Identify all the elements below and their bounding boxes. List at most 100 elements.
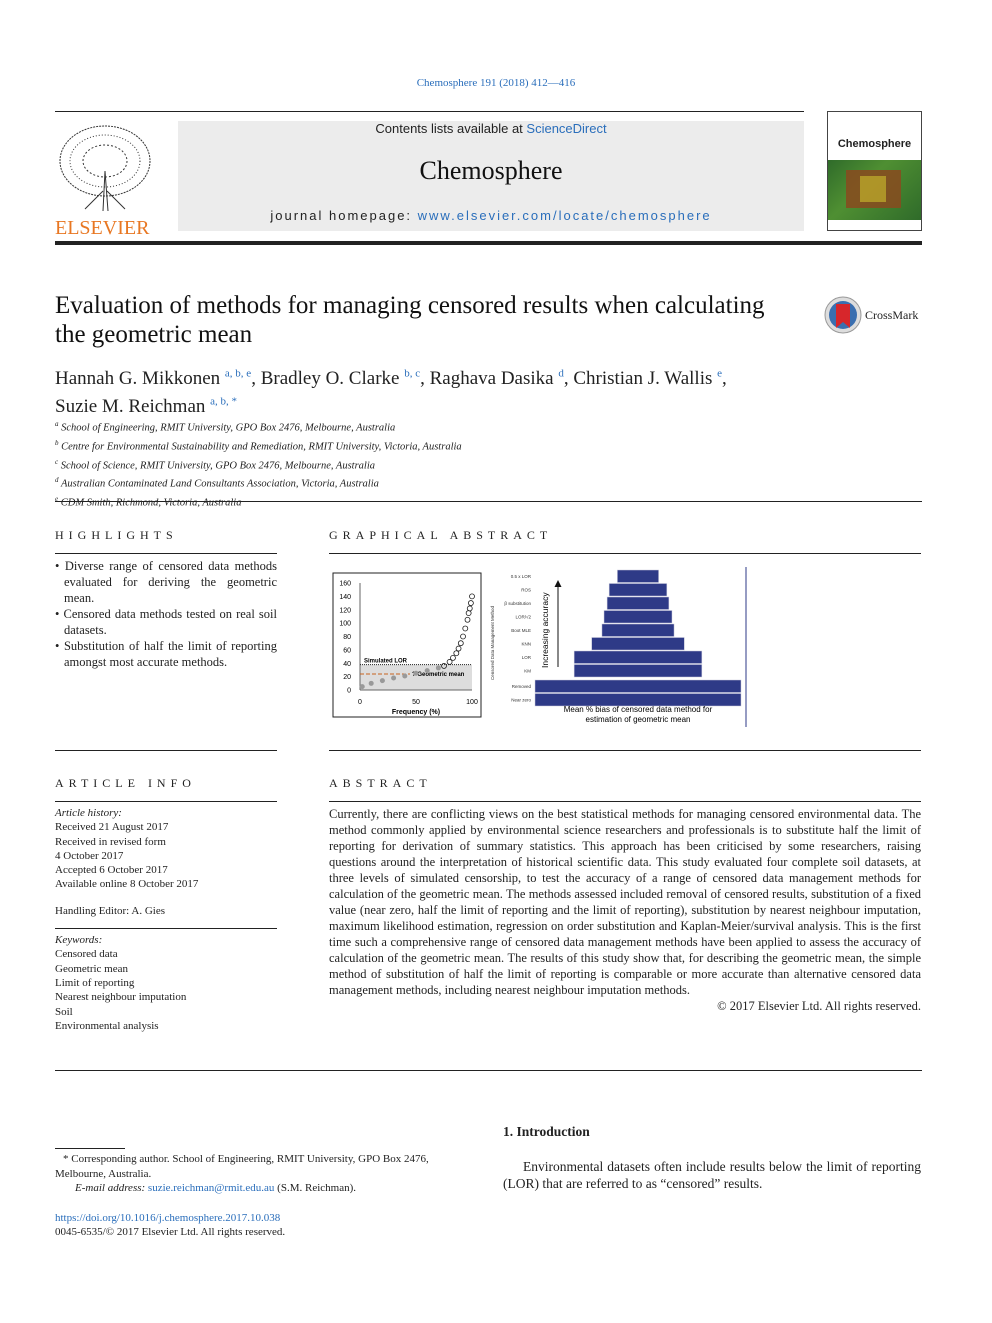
y-tick-label: 100: [339, 621, 351, 628]
y-tick-label: 160: [339, 581, 351, 588]
history-item: Accepted 6 October 2017: [55, 864, 168, 877]
y-tick-label: 140: [339, 594, 351, 601]
affiliation: d Australian Contaminated Land Consultan…: [55, 473, 462, 492]
geometric-mean-annotation: ? Geometric mean: [412, 672, 465, 678]
accuracy-annotation: Increasing accuracy: [540, 592, 550, 668]
data-point: [359, 684, 365, 690]
introduction: 1. Introduction Environmental datasets o…: [503, 1124, 921, 1192]
y-tick-label: 120: [339, 607, 351, 614]
bar: [606, 596, 670, 610]
journal-reference[interactable]: Chemosphere 191 (2018) 412—416: [0, 77, 992, 89]
bar: [617, 569, 659, 583]
elsevier-tree-icon: [55, 121, 155, 216]
doi-link[interactable]: https://doi.org/10.1016/j.chemosphere.20…: [55, 1211, 475, 1226]
bar-category-label: KM: [524, 669, 531, 674]
arrow-head-icon: [554, 580, 562, 587]
abstract-heading: ABSTRACT: [329, 776, 432, 790]
data-point: [435, 665, 441, 671]
graphical-abstract-figure: 0 20 40 60 80 100 120 140 160 0 50 100 Frequency (%)…: [332, 567, 747, 727]
data-point: [402, 673, 408, 679]
bar: [591, 637, 685, 651]
affiliation-key: d: [55, 476, 59, 485]
keyword: Censored data: [55, 948, 118, 961]
bar: [608, 583, 668, 597]
bar: [534, 679, 742, 693]
elsevier-logo: ELSEVIER: [55, 121, 155, 238]
bar-x-axis-label: Mean % bias of censored data method for e…: [564, 705, 713, 724]
cover-title: Chemosphere: [837, 138, 912, 150]
crossmark-badge[interactable]: CrossMark: [824, 296, 918, 334]
highlight-item: Diverse range of censored data methods e…: [55, 558, 277, 606]
abstract-text: Currently, there are conflicting views o…: [329, 807, 921, 997]
crossmark-icon: [824, 296, 862, 334]
email-label: E-mail address:: [75, 1182, 148, 1194]
affiliation-key: c: [55, 457, 59, 466]
email-suffix: (S.M. Reichman).: [274, 1182, 356, 1194]
author-separator: ,: [563, 368, 574, 390]
affiliation: a School of Engineering, RMIT University…: [55, 417, 462, 436]
affiliation: b Centre for Environmental Sustainabilit…: [55, 436, 462, 455]
history-item: 4 October 2017: [55, 849, 124, 862]
intro-text: Environmental datasets often include res…: [503, 1159, 921, 1191]
bar-category-label: KNN: [521, 642, 531, 647]
x-tick-label: 0: [358, 699, 362, 706]
keyword: Soil: [55, 1005, 73, 1018]
abstract-copyright: © 2017 Elsevier Ltd. All rights reserved…: [717, 999, 921, 1013]
affiliation: c School of Science, RMIT University, GP…: [55, 455, 462, 474]
y-tick-label: 0: [347, 688, 351, 695]
data-point: [424, 668, 430, 674]
bar: [601, 623, 675, 637]
lor-annotation: Simulated LOR: [364, 659, 408, 665]
graphical-abstract-heading: GRAPHICAL ABSTRACT: [329, 528, 553, 542]
y-tick-label: 40: [343, 661, 351, 668]
bar-category-label: Boot MLE: [511, 628, 531, 633]
affiliation-text: School of Engineering, RMIT University, …: [61, 422, 396, 434]
bar: [573, 664, 703, 678]
author-name[interactable]: Bradley O. Clarke: [261, 368, 400, 389]
bar: [603, 610, 673, 624]
homepage-link[interactable]: www.elsevier.com/locate/chemosphere: [418, 208, 712, 223]
author-affiliation-marks[interactable]: a, b, e: [225, 368, 251, 380]
author-name[interactable]: Christian J. Wallis: [573, 368, 712, 389]
email-link[interactable]: suzie.reichman@rmit.edu.au: [148, 1182, 275, 1194]
intro-heading: 1. Introduction: [503, 1124, 590, 1139]
x-tick-label: 50: [412, 699, 420, 706]
author-separator: ,: [420, 368, 430, 390]
author-name[interactable]: Suzie M. Reichman: [55, 396, 205, 417]
publisher-name: ELSEVIER: [55, 217, 150, 239]
affiliation-text: Centre for Environmental Sustainability …: [61, 441, 462, 453]
cover-image: [828, 160, 921, 220]
keyword: Environmental analysis: [55, 1019, 159, 1032]
author-name[interactable]: Hannah G. Mikkonen: [55, 368, 220, 389]
affiliation-key: a: [55, 420, 59, 428]
journal-cover: Chemosphere: [827, 111, 922, 231]
highlights-heading: HIGHLIGHTS: [55, 528, 178, 542]
data-point: [391, 675, 397, 681]
sciencedirect-link[interactable]: ScienceDirect: [526, 121, 606, 136]
data-point: [368, 680, 374, 686]
article-info-heading: ARTICLE INFO: [55, 776, 196, 790]
author-separator: ,: [251, 368, 261, 390]
affiliations: a School of Engineering, RMIT University…: [55, 417, 462, 511]
author-name[interactable]: Raghava Dasika: [430, 368, 554, 389]
bar-category-label: 0.5 x LOR: [511, 574, 532, 579]
author-affiliation-marks[interactable]: a, b, *: [210, 395, 237, 407]
crossmark-label: CrossMark: [865, 307, 919, 322]
author-separator: ,: [722, 368, 727, 390]
abstract: Currently, there are conflicting views o…: [329, 806, 921, 1014]
corresponding-author: * Corresponding author. School of Engine…: [55, 1153, 429, 1180]
keyword: Geometric mean: [55, 962, 128, 975]
footnote: * Corresponding author. School of Engine…: [55, 1152, 475, 1240]
bar-y-axis-label: Censored Data Management Method: [490, 605, 495, 680]
x-axis-label: Frequency (%): [392, 709, 440, 716]
bar-category-label: Removed: [512, 684, 532, 689]
affiliation-text: School of Science, RMIT University, GPO …: [60, 460, 376, 472]
highlight-item: Substitution of half the limit of report…: [55, 638, 277, 670]
journal-name: Chemosphere: [419, 156, 563, 185]
history-item: Available online 8 October 2017: [55, 878, 199, 891]
data-point: [379, 678, 385, 684]
x-tick-label: 100: [466, 699, 478, 706]
history-item: Received 21 August 2017: [55, 821, 169, 834]
author-affiliation-marks[interactable]: b, c: [404, 368, 420, 380]
handling-editor: Handling Editor: A. Gies: [55, 904, 165, 917]
